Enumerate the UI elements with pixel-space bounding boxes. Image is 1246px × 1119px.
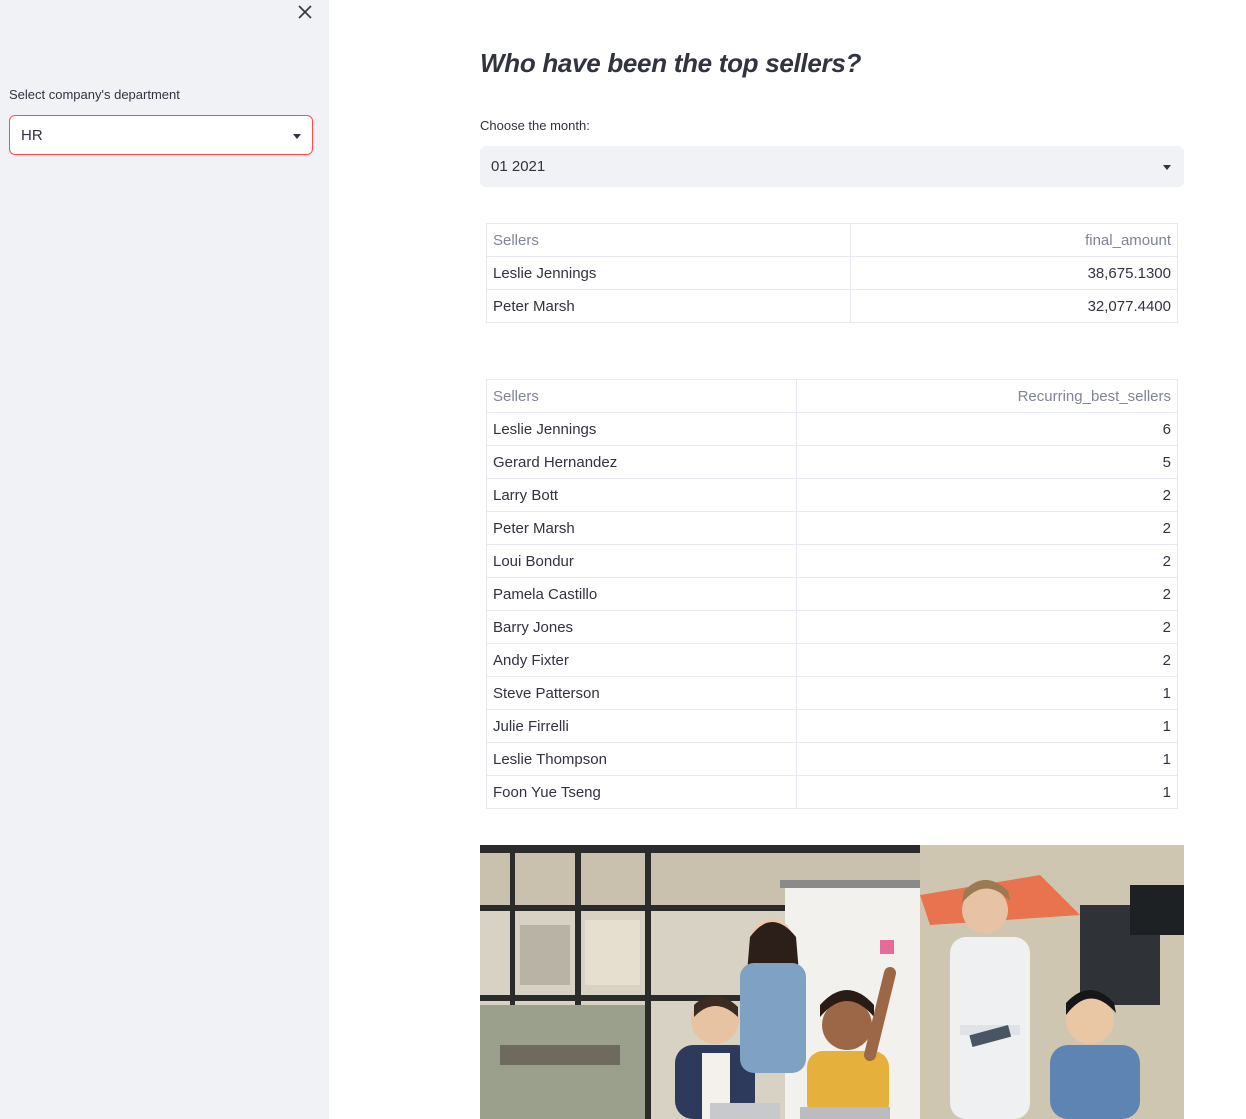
table-row: Leslie Jennings 6 xyxy=(486,412,1178,446)
sidebar: Select company's department HR xyxy=(0,0,329,1119)
seller-cell: Loui Bondur xyxy=(486,544,797,578)
count-cell: 2 xyxy=(796,610,1178,644)
seller-cell: Peter Marsh xyxy=(486,511,797,545)
count-cell: 2 xyxy=(796,544,1178,578)
count-cell: 6 xyxy=(796,412,1178,446)
month-select[interactable]: 01 2021 xyxy=(480,146,1184,187)
table-row: Gerard Hernandez 5 xyxy=(486,445,1178,479)
month-select-value: 01 2021 xyxy=(491,158,546,175)
month-label: Choose the month: xyxy=(480,118,590,133)
count-cell: 2 xyxy=(796,478,1178,512)
table-row: Peter Marsh 32,077.4400 xyxy=(486,289,1178,323)
count-cell: 2 xyxy=(796,511,1178,545)
close-icon xyxy=(298,5,312,19)
table-row: Pamela Castillo 2 xyxy=(486,577,1178,611)
table-row: Andy Fixter 2 xyxy=(486,643,1178,677)
seller-cell: Larry Bott xyxy=(486,478,797,512)
page-title: Who have been the top sellers? xyxy=(480,48,862,78)
column-header-sellers[interactable]: Sellers xyxy=(486,223,851,257)
seller-cell: Leslie Jennings xyxy=(486,256,851,290)
table-row: Barry Jones 2 xyxy=(486,610,1178,644)
seller-cell: Gerard Hernandez xyxy=(486,445,797,479)
table-row: Larry Bott 2 xyxy=(486,478,1178,512)
seller-cell: Pamela Castillo xyxy=(486,577,797,611)
count-cell: 1 xyxy=(796,676,1178,710)
table-row: Leslie Jennings 38,675.1300 xyxy=(486,256,1178,290)
count-cell: 2 xyxy=(796,643,1178,677)
seller-cell: Andy Fixter xyxy=(486,643,797,677)
count-cell: 1 xyxy=(796,775,1178,809)
count-cell: 2 xyxy=(796,577,1178,611)
table-header-row: Sellers Recurring_best_sellers xyxy=(486,379,1178,413)
final-amount-table: Sellers final_amount Leslie Jennings 38,… xyxy=(486,223,1178,323)
seller-cell: Foon Yue Tseng xyxy=(486,775,797,809)
seller-cell: Barry Jones xyxy=(486,610,797,644)
table-row: Foon Yue Tseng 1 xyxy=(486,775,1178,809)
caret-down-icon xyxy=(293,134,301,139)
team-celebration-image xyxy=(480,845,1184,1119)
count-cell: 1 xyxy=(796,709,1178,743)
count-cell: 1 xyxy=(796,742,1178,776)
table-row: Leslie Thompson 1 xyxy=(486,742,1178,776)
table-row: Julie Firrelli 1 xyxy=(486,709,1178,743)
table-header-row: Sellers final_amount xyxy=(486,223,1178,257)
column-header-recurring-best-sellers[interactable]: Recurring_best_sellers xyxy=(796,379,1178,413)
table-row: Loui Bondur 2 xyxy=(486,544,1178,578)
column-header-final-amount[interactable]: final_amount xyxy=(850,223,1178,257)
count-cell: 5 xyxy=(796,445,1178,479)
seller-cell: Leslie Thompson xyxy=(486,742,797,776)
seller-cell: Steve Patterson xyxy=(486,676,797,710)
column-header-sellers[interactable]: Sellers xyxy=(486,379,797,413)
department-select[interactable]: HR xyxy=(9,115,313,155)
department-label: Select company's department xyxy=(9,87,180,102)
department-select-value: HR xyxy=(21,127,43,144)
seller-cell: Peter Marsh xyxy=(486,289,851,323)
table-row: Peter Marsh 2 xyxy=(486,511,1178,545)
seller-cell: Julie Firrelli xyxy=(486,709,797,743)
table-row: Steve Patterson 1 xyxy=(486,676,1178,710)
close-sidebar-button[interactable] xyxy=(294,1,316,23)
amount-cell: 32,077.4400 xyxy=(850,289,1178,323)
caret-down-icon xyxy=(1163,165,1171,170)
amount-cell: 38,675.1300 xyxy=(850,256,1178,290)
recurring-best-sellers-table: Sellers Recurring_best_sellers Leslie Je… xyxy=(486,379,1178,809)
seller-cell: Leslie Jennings xyxy=(486,412,797,446)
